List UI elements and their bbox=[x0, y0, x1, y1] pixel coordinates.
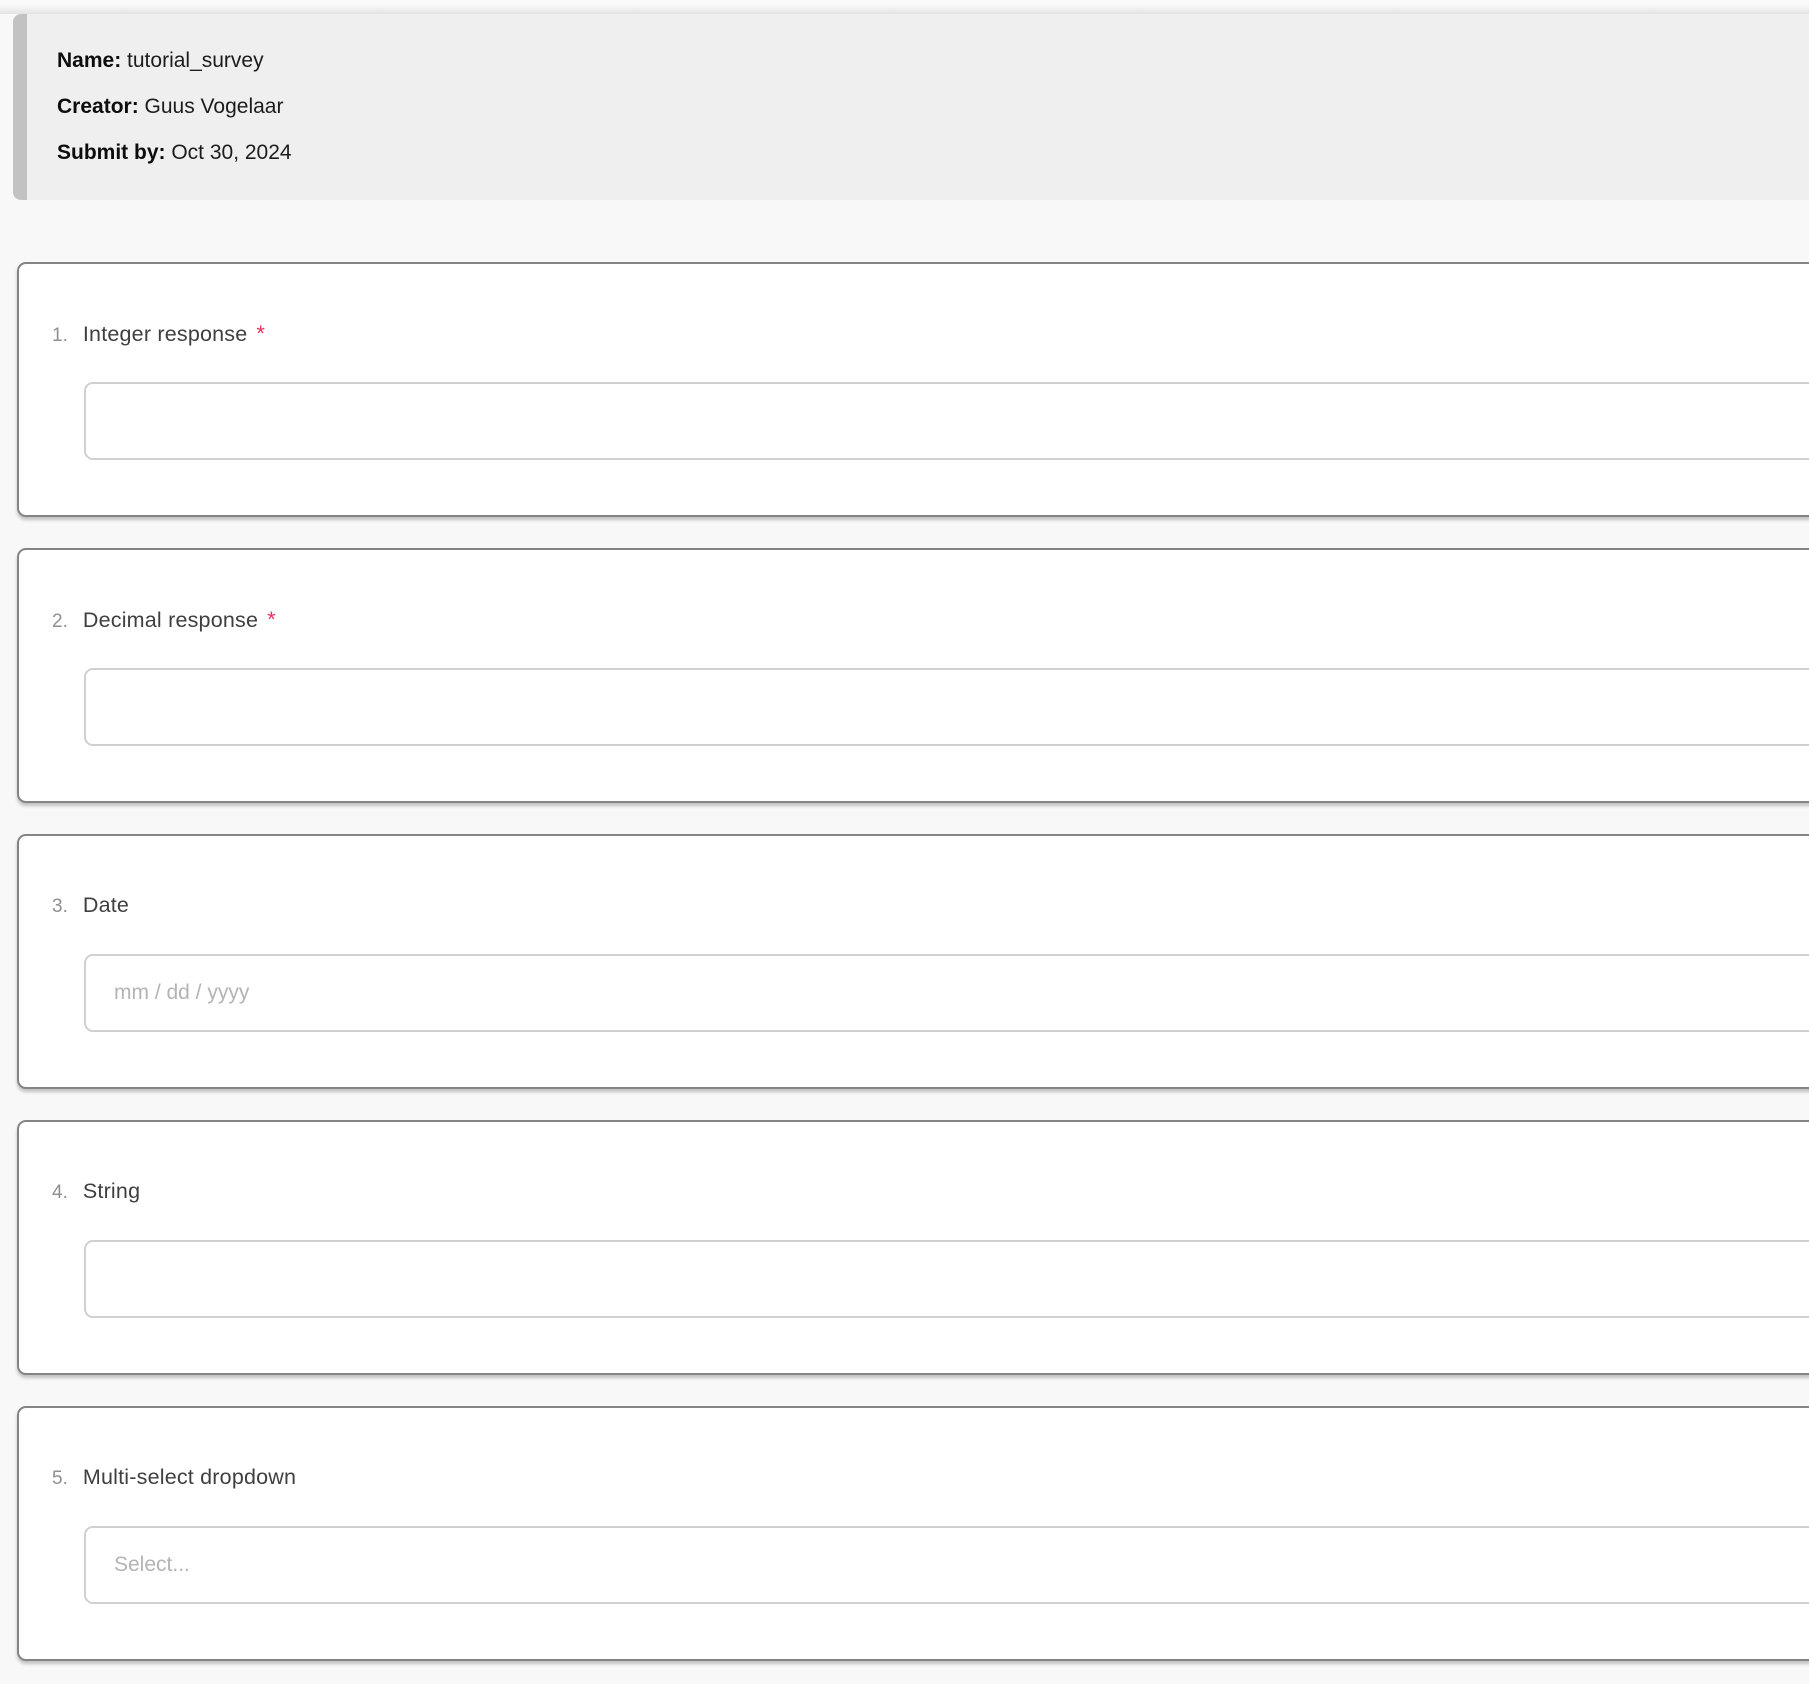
header-field-name-label: Name: bbox=[57, 49, 122, 72]
question-label-row: 5. Multi-select dropdown bbox=[52, 1465, 296, 1490]
question-card-4: 4. String bbox=[17, 1120, 1809, 1375]
page-top-edge bbox=[0, 0, 1809, 14]
question-list: 1. Integer response * 2. Decimal respons… bbox=[0, 262, 1809, 1661]
question-card-1: 1. Integer response * bbox=[17, 262, 1809, 517]
header-field-submit-by: Submit by: Oct 30, 2024 bbox=[57, 130, 1809, 176]
question-input-5[interactable] bbox=[84, 1526, 1809, 1604]
question-card-3: 3. Date bbox=[17, 834, 1809, 1089]
header-field-creator: Creator: Guus Vogelaar bbox=[57, 84, 1809, 130]
header-field-name: Name: tutorial_survey bbox=[57, 38, 1809, 84]
question-input-4[interactable] bbox=[84, 1240, 1809, 1318]
header-field-creator-value: Guus Vogelaar bbox=[144, 95, 284, 118]
header-field-name-value: tutorial_survey bbox=[127, 49, 264, 72]
question-label: Integer response bbox=[82, 322, 248, 346]
question-input-2[interactable] bbox=[84, 668, 1809, 746]
question-card-5: 5. Multi-select dropdown bbox=[17, 1406, 1809, 1661]
question-card-2: 2. Decimal response * bbox=[17, 548, 1809, 803]
header-field-creator-label: Creator: bbox=[57, 95, 139, 118]
question-input-1[interactable] bbox=[84, 382, 1809, 460]
question-number: 3. bbox=[52, 896, 68, 917]
survey-metadata-header: Name: tutorial_survey Creator: Guus Voge… bbox=[13, 14, 1809, 200]
question-label: Date bbox=[82, 893, 130, 917]
question-number: 4. bbox=[52, 1182, 68, 1203]
header-content: Name: tutorial_survey Creator: Guus Voge… bbox=[27, 14, 1809, 200]
header-field-submit-by-value: Oct 30, 2024 bbox=[171, 141, 292, 164]
question-label-row: 1. Integer response * bbox=[52, 321, 265, 347]
question-label-row: 4. String bbox=[52, 1179, 140, 1204]
question-number: 2. bbox=[52, 611, 68, 632]
header-field-submit-by-label: Submit by: bbox=[57, 141, 166, 164]
question-number: 1. bbox=[52, 325, 68, 346]
question-label-row: 3. Date bbox=[52, 893, 129, 918]
question-label-row: 2. Decimal response * bbox=[52, 607, 276, 633]
header-accent-bar bbox=[13, 14, 27, 200]
required-asterisk: * bbox=[267, 607, 276, 632]
question-label: Decimal response bbox=[82, 608, 259, 632]
question-label: String bbox=[82, 1179, 141, 1203]
question-input-3[interactable] bbox=[84, 954, 1809, 1032]
required-asterisk: * bbox=[256, 321, 265, 346]
question-number: 5. bbox=[52, 1468, 68, 1489]
question-label: Multi-select dropdown bbox=[82, 1465, 297, 1489]
